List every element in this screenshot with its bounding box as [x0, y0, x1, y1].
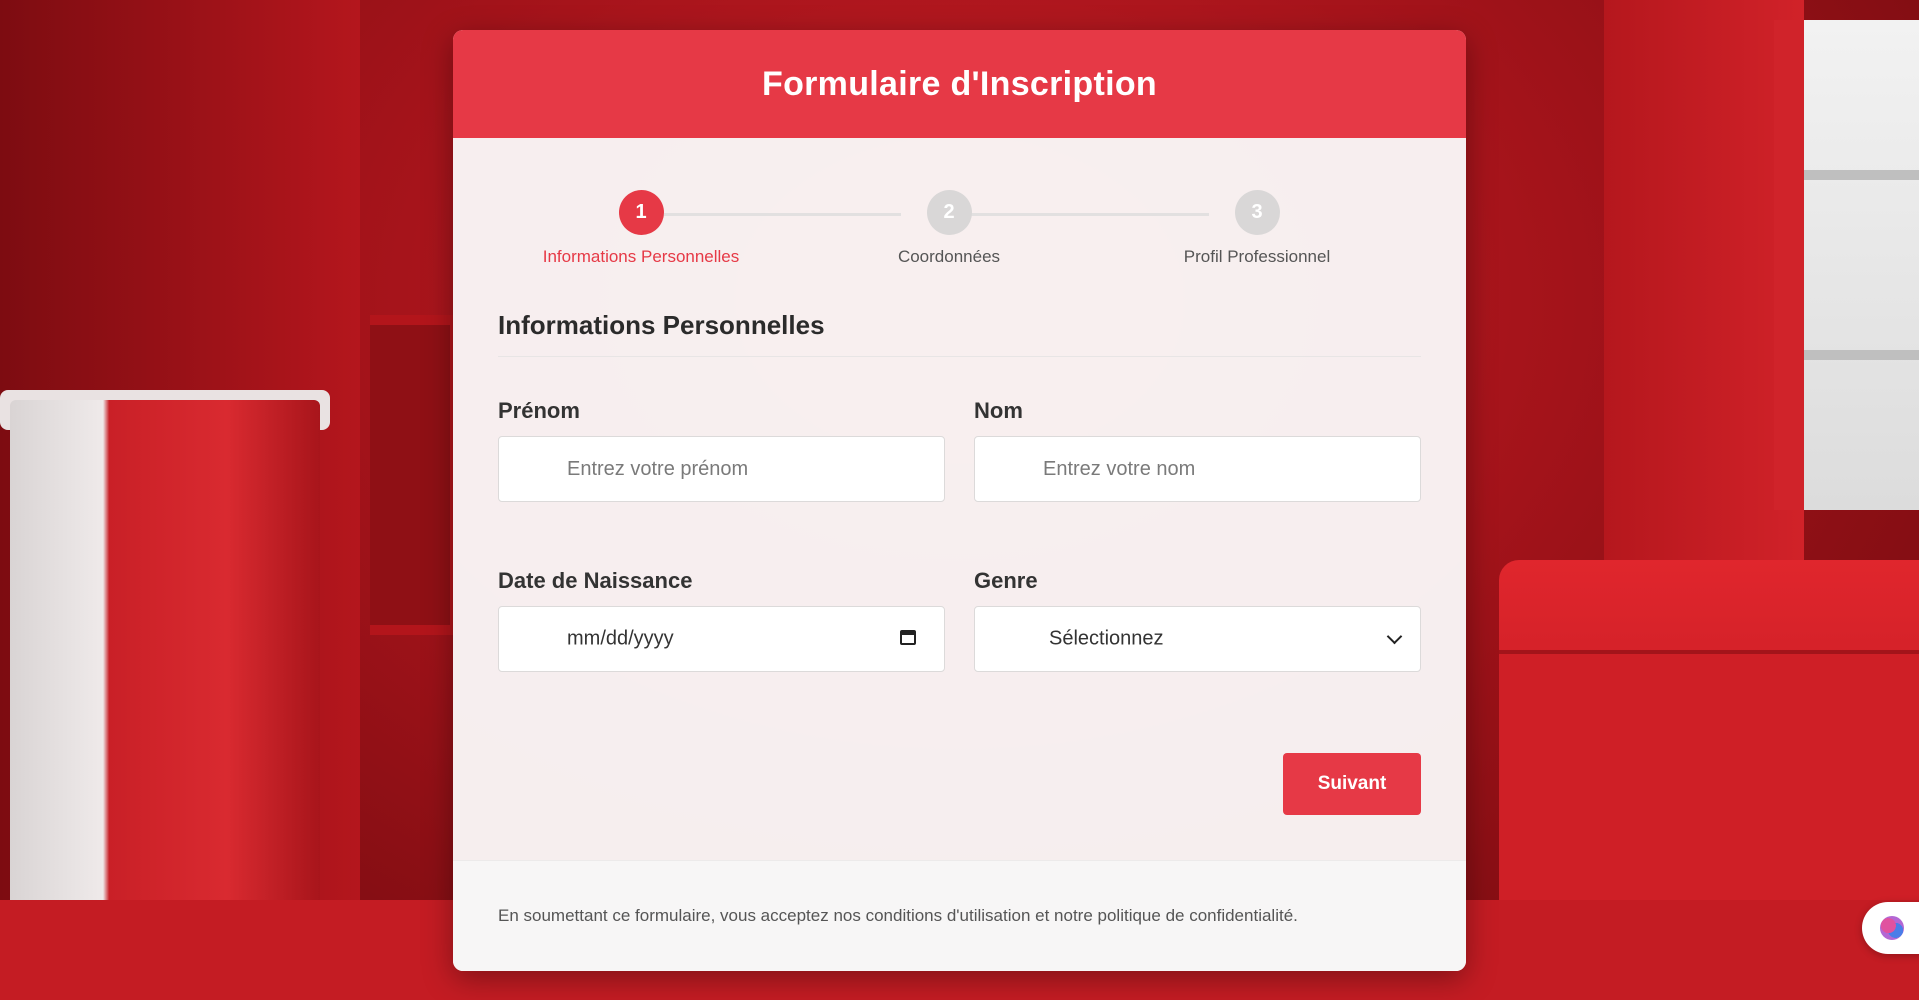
form-title: Formulaire d'Inscription [762, 64, 1157, 103]
brain-icon [1880, 916, 1904, 940]
extension-button[interactable] [1862, 902, 1919, 954]
gender-select[interactable]: Sélectionnez [974, 606, 1421, 672]
birthdate-input[interactable]: mm/dd/yyyy [498, 606, 945, 672]
first-name-label: Prénom [498, 398, 580, 423]
section-title: Informations Personnelles [498, 310, 825, 340]
step-3-circle: 3 [1234, 190, 1280, 235]
step-3[interactable]: 3 Profil Professionnel [1137, 190, 1377, 267]
step-2-circle: 2 [926, 190, 972, 235]
background-cabinet [10, 400, 320, 920]
last-name-box [974, 436, 1421, 502]
terms-notice: En soumettant ce formulaire, vous accept… [498, 906, 1298, 925]
birthdate-value: mm/dd/yyyy [567, 627, 674, 650]
registration-card: Formulaire d'Inscription 1 Informations … [453, 30, 1466, 971]
background-window [1774, 20, 1919, 510]
gender-field: Genre Sélectionnez [974, 568, 1421, 672]
last-name-label: Nom [974, 398, 1023, 423]
next-button[interactable]: Suivant [1283, 753, 1421, 815]
progress-stepper: 1 Informations Personnelles 2 Coordonnée… [453, 138, 1466, 288]
chevron-down-icon [1386, 628, 1403, 645]
last-name-input[interactable] [975, 437, 1420, 501]
gender-selected-value: Sélectionnez [1049, 627, 1164, 650]
birthdate-field: Date de Naissance mm/dd/yyyy [498, 568, 945, 672]
step-3-label: Profil Professionnel [1183, 247, 1331, 266]
card-footer: En soumettant ce formulaire, vous accept… [453, 860, 1466, 971]
first-name-field: Prénom [498, 398, 945, 502]
step-1-label: Informations Personnelles [542, 247, 740, 266]
step-1-circle: 1 [618, 190, 664, 235]
card-header: Formulaire d'Inscription [453, 30, 1466, 138]
gender-label: Genre [974, 568, 1038, 593]
birthdate-label: Date de Naissance [498, 568, 693, 593]
step-1[interactable]: 1 Informations Personnelles [521, 190, 761, 267]
background-sofa-seat [1499, 650, 1919, 904]
calendar-icon[interactable] [900, 630, 916, 645]
section-divider [498, 356, 1421, 357]
first-name-input[interactable] [499, 437, 944, 501]
first-name-box [498, 436, 945, 502]
step-2-label: Coordonnées [897, 247, 1001, 266]
background-shelf [370, 315, 460, 635]
last-name-field: Nom [974, 398, 1421, 502]
step-2[interactable]: 2 Coordonnées [829, 190, 1069, 267]
